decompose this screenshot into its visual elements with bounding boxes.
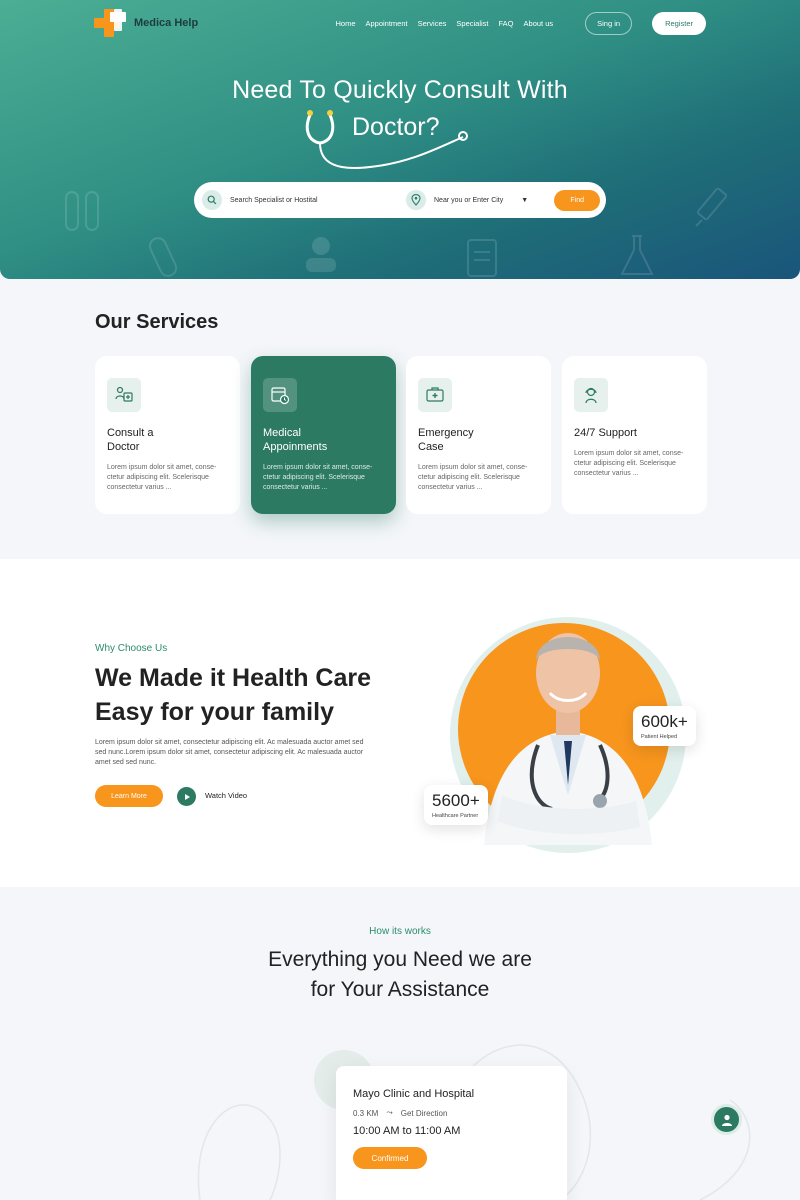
syringe-icon: [695, 187, 728, 227]
nav-item-faq[interactable]: FAQ: [499, 19, 514, 28]
watch-video-link[interactable]: Watch Video: [205, 791, 247, 800]
doctor-avatar-icon[interactable]: [711, 1104, 742, 1135]
how-kicker: How its works: [369, 926, 431, 937]
direction-arrow-icon: ⤳: [386, 1108, 393, 1117]
location-pin-icon: [406, 190, 426, 210]
hospital-meta: 0.3 KM ⤳ Get Direction: [353, 1108, 550, 1118]
signin-button[interactable]: Sing in: [585, 11, 633, 35]
confirmed-badge[interactable]: Confirmed: [353, 1147, 427, 1169]
calendar-clock-icon: [263, 378, 297, 412]
search-bar: Search Specialist or Hostital Near you o…: [194, 182, 606, 218]
doctor-consult-icon: [107, 378, 141, 412]
play-icon[interactable]: [177, 787, 196, 806]
how-heading: Everything you Need we are for Your Assi…: [0, 945, 800, 1005]
stat-value: 5600+: [432, 791, 480, 810]
stat-label: Healthcare Partner: [432, 813, 479, 819]
service-title: Medical Appoinments: [263, 427, 328, 453]
stat-value: 600k+: [641, 712, 688, 731]
search-input[interactable]: Search Specialist or Hostital: [230, 197, 406, 204]
nav-item-appointment[interactable]: Appointment: [366, 19, 408, 28]
stat-label: Patient Helped: [641, 734, 678, 740]
city-input[interactable]: Near you or Enter City: [434, 197, 503, 204]
service-title: Consult a Doctor: [107, 427, 154, 453]
main-menu: Home Appointment Services Specialist FAQ…: [335, 11, 706, 35]
logo[interactable]: Medica Help: [94, 9, 198, 37]
service-card-appointments[interactable]: Medical Appoinments Lorem ipsum dolor si…: [251, 356, 396, 514]
service-title: Emergency Case: [418, 427, 474, 453]
find-button[interactable]: Find: [554, 189, 600, 211]
support-agent-icon: [574, 378, 608, 412]
learn-more-button[interactable]: Learn More: [95, 785, 163, 807]
service-card-emergency[interactable]: Emergency Case Lorem ipsum dolor sit ame…: [406, 356, 551, 514]
why-heading: We Made it Health Care Easy for your fam…: [95, 664, 372, 726]
why-text: Lorem ipsum dolor sit amet, consectetur …: [95, 739, 364, 766]
service-desc: Lorem ipsum dolor sit amet, conse-ctetur…: [574, 450, 684, 477]
distance: 0.3 KM: [353, 1108, 379, 1118]
search-icon: [202, 190, 222, 210]
nurse-icon: [306, 237, 336, 272]
first-aid-kit-icon: [418, 378, 452, 412]
service-desc: Lorem ipsum dolor sit amet, conse-ctetur…: [418, 464, 528, 491]
get-direction-link[interactable]: Get Direction: [401, 1109, 448, 1118]
appointment-time: 10:00 AM to 11:00 AM: [353, 1125, 461, 1137]
test-tubes-icon: [65, 191, 99, 231]
pill-icon: [148, 237, 178, 277]
stat-patients: 600k+ Patient Helped: [633, 706, 696, 746]
hero-title-line2: Doctor?: [352, 113, 440, 141]
register-button[interactable]: Register: [652, 11, 706, 35]
clipboard-icon: [467, 239, 497, 277]
service-desc: Lorem ipsum dolor sit amet, conse-ctetur…: [263, 464, 373, 491]
medical-cross-logo-icon: [94, 9, 128, 37]
flask-icon: [620, 235, 654, 275]
why-kicker: Why Choose Us: [95, 643, 168, 654]
stat-partners: 5600+ Healthcare Partner: [424, 785, 488, 825]
nav-item-about[interactable]: About us: [524, 19, 554, 28]
top-nav: Medica Help Home Appointment Services Sp…: [94, 8, 706, 38]
service-card-consult[interactable]: Consult a Doctor Lorem ipsum dolor sit a…: [95, 356, 240, 514]
service-title: 24/7 Support: [574, 427, 637, 439]
chevron-down-icon[interactable]: ▼: [521, 197, 528, 204]
how-heading-line1: Everything you Need we are: [268, 948, 532, 971]
how-heading-line2: for Your Assistance: [310, 978, 490, 1001]
service-card-support[interactable]: 24/7 Support Lorem ipsum dolor sit amet,…: [562, 356, 707, 514]
hospital-name: Mayo Clinic and Hospital: [353, 1088, 475, 1100]
why-choose-section: Why Choose Us We Made it Health Care Eas…: [0, 559, 800, 887]
hero-title: Need To Quickly Consult With: [232, 76, 568, 104]
brand-name: Medica Help: [134, 17, 199, 29]
nav-item-services[interactable]: Services: [418, 19, 447, 28]
services-title: Our Services: [95, 311, 219, 333]
nav-item-home[interactable]: Home: [335, 19, 355, 28]
hero-section: Medica Help Home Appointment Services Sp…: [0, 0, 800, 279]
hospital-card[interactable]: Mayo Clinic and Hospital 0.3 KM ⤳ Get Di…: [336, 1066, 567, 1200]
service-desc: Lorem ipsum dolor sit amet, conse-ctetur…: [107, 464, 217, 491]
nav-item-specialist[interactable]: Specialist: [456, 19, 488, 28]
